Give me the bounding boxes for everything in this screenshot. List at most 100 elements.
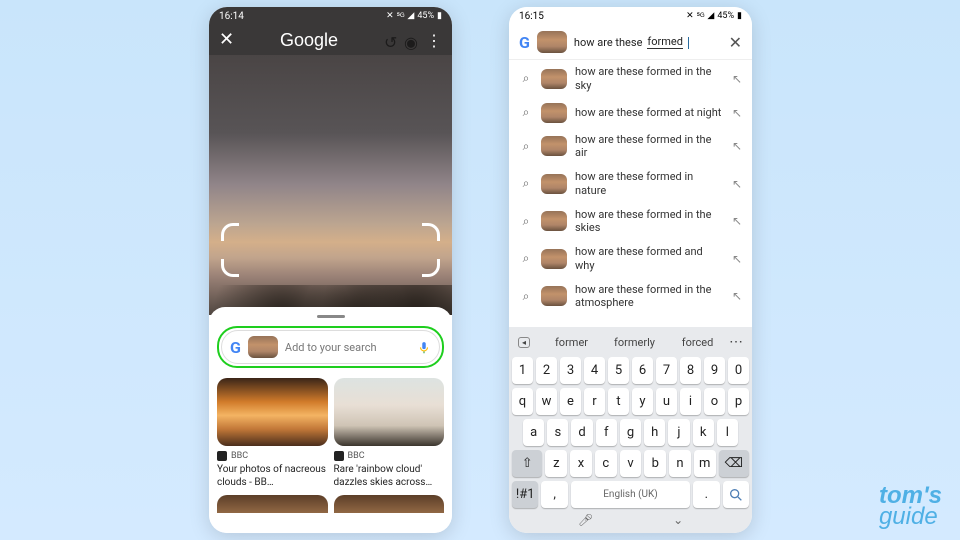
add-to-search-bar[interactable]: G Add to your search (221, 330, 440, 364)
key-s[interactable]: s (547, 419, 568, 446)
key-g[interactable]: g (620, 419, 641, 446)
key-i[interactable]: i (680, 388, 701, 415)
key-e[interactable]: e (560, 388, 581, 415)
image-thumbnail-chip (541, 103, 567, 123)
key-k[interactable]: k (693, 419, 714, 446)
keyboard-suggestion[interactable]: former (540, 336, 603, 349)
phone-screenshot-left: 16:14 ✕ ⁵ᴳ ◢ 45% ▮ ✕ Google ↺ ◉ ⋮ G (209, 7, 452, 533)
crop-handle-tr[interactable] (422, 223, 440, 241)
search-suggestion[interactable]: ⌕ how are these formed in the sky ↖ (509, 60, 752, 98)
key-0[interactable]: 0 (728, 357, 749, 384)
clear-icon[interactable]: ✕ (729, 33, 742, 52)
key-w[interactable]: w (536, 388, 557, 415)
mic-icon[interactable]: 🎤︎ (578, 513, 593, 527)
key-8[interactable]: 8 (680, 357, 701, 384)
key-m[interactable]: m (694, 450, 716, 477)
source-name: BBC (231, 451, 248, 461)
history-icon[interactable]: ↺ (384, 33, 398, 47)
key-2[interactable]: 2 (536, 357, 557, 384)
google-logo: Google (242, 30, 376, 51)
nav-bar: 🎤︎ ⌄ (512, 510, 749, 530)
image-thumbnail-chip[interactable] (537, 31, 567, 53)
key-v[interactable]: v (620, 450, 642, 477)
key-y[interactable]: y (632, 388, 653, 415)
key-o[interactable]: o (704, 388, 725, 415)
results-bottom-sheet[interactable]: G Add to your search BBC Your photos of … (209, 307, 452, 533)
symbols-key[interactable]: !#1 (512, 481, 538, 508)
sheet-drag-handle[interactable] (317, 315, 345, 318)
insert-arrow-icon[interactable]: ↖ (732, 289, 742, 303)
key-n[interactable]: n (669, 450, 691, 477)
status-time: 16:14 (219, 11, 244, 22)
insert-arrow-icon[interactable]: ↖ (732, 177, 742, 191)
key-a[interactable]: a (523, 419, 544, 446)
key-7[interactable]: 7 (656, 357, 677, 384)
key-x[interactable]: x (570, 450, 592, 477)
key-5[interactable]: 5 (608, 357, 629, 384)
close-icon[interactable]: ✕ (219, 31, 234, 49)
overflow-menu-icon[interactable]: ⋮ (426, 31, 442, 50)
suggestion-text: how are these formed in the sky (575, 65, 724, 93)
watermark-logo: tom's guide (879, 485, 942, 528)
key-p[interactable]: p (728, 388, 749, 415)
key-u[interactable]: u (656, 388, 677, 415)
search-suggestion[interactable]: ⌕ how are these formed in the air ↖ (509, 128, 752, 166)
visual-results-grid: BBC Your photos of nacreous clouds - BB…… (209, 378, 452, 489)
key-1[interactable]: 1 (512, 357, 533, 384)
mic-icon[interactable] (417, 340, 431, 354)
key-q[interactable]: q (512, 388, 533, 415)
key-j[interactable]: j (668, 419, 689, 446)
lens-captured-image[interactable] (209, 55, 452, 315)
key-9[interactable]: 9 (704, 357, 725, 384)
key-r[interactable]: r (584, 388, 605, 415)
search-suggestion[interactable]: ⌕ how are these formed in the skies ↖ (509, 203, 752, 241)
search-header: G how are these formed ✕ (509, 25, 752, 60)
comma-key[interactable]: , (541, 481, 567, 508)
keyboard-suggestion[interactable]: forced (666, 336, 729, 349)
search-suggestion[interactable]: ⌕ how are these formed at night ↖ (509, 98, 752, 128)
result-card[interactable]: BBC Rare 'rainbow cloud' dazzles skies a… (334, 378, 445, 489)
key-b[interactable]: b (644, 450, 666, 477)
crop-handle-tl[interactable] (221, 223, 239, 241)
result-title: Rare 'rainbow cloud' dazzles skies acros… (334, 463, 445, 489)
search-suggestion[interactable]: ⌕ how are these formed in the atmosphere… (509, 278, 752, 316)
crop-handle-bl[interactable] (221, 259, 239, 277)
key-h[interactable]: h (644, 419, 665, 446)
key-t[interactable]: t (608, 388, 629, 415)
search-input[interactable]: how are these formed (574, 35, 722, 49)
key-d[interactable]: d (571, 419, 592, 446)
result-image (334, 378, 445, 446)
space-key[interactable]: English (UK) (571, 481, 690, 508)
backspace-key[interactable]: ⌫ (719, 450, 749, 477)
key-c[interactable]: c (595, 450, 617, 477)
key-l[interactable]: l (717, 419, 738, 446)
crop-handle-br[interactable] (422, 259, 440, 277)
period-key[interactable]: . (693, 481, 719, 508)
key-4[interactable]: 4 (584, 357, 605, 384)
insert-arrow-icon[interactable]: ↖ (732, 214, 742, 228)
keyboard-suggestion[interactable]: formerly (603, 336, 666, 349)
status-indicators: ✕ ⁵ᴳ ◢ 45% ▮ (686, 11, 742, 22)
eye-icon[interactable]: ◉ (404, 33, 418, 47)
key-f[interactable]: f (596, 419, 617, 446)
insert-arrow-icon[interactable]: ↖ (732, 252, 742, 266)
crop-selection[interactable] (223, 225, 438, 275)
result-card[interactable]: BBC Your photos of nacreous clouds - BB… (217, 378, 328, 489)
search-key[interactable] (723, 481, 749, 508)
key-6[interactable]: 6 (632, 357, 653, 384)
insert-arrow-icon[interactable]: ↖ (732, 72, 742, 86)
shift-key[interactable]: ⇧ (512, 450, 542, 477)
image-thumbnail-chip (541, 249, 567, 269)
suggestion-text: how are these formed at night (575, 106, 724, 120)
image-thumbnail-chip (248, 336, 278, 358)
insert-arrow-icon[interactable]: ↖ (732, 106, 742, 120)
source-favicon (217, 451, 227, 461)
more-icon[interactable]: ⋯ (729, 334, 743, 350)
search-suggestion[interactable]: ⌕ how are these formed and why ↖ (509, 240, 752, 278)
collapse-keyboard-icon[interactable]: ⌄ (673, 513, 683, 527)
insert-arrow-icon[interactable]: ↖ (732, 139, 742, 153)
search-suggestion[interactable]: ⌕ how are these formed in nature ↖ (509, 165, 752, 203)
gif-icon[interactable]: ◂ (518, 337, 530, 348)
key-3[interactable]: 3 (560, 357, 581, 384)
key-z[interactable]: z (545, 450, 567, 477)
